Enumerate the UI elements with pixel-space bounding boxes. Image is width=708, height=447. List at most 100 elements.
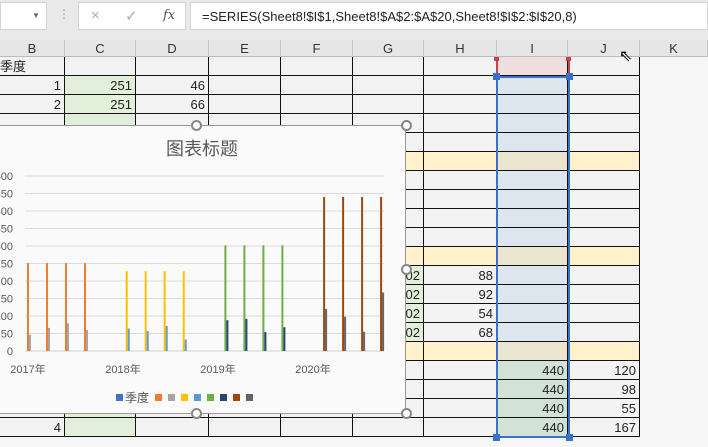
bar-series-5[interactable] xyxy=(243,245,246,351)
cell-J16[interactable] xyxy=(568,342,640,361)
cell-J12[interactable] xyxy=(568,266,640,285)
cell-H17[interactable] xyxy=(424,361,497,380)
cell-G1[interactable] xyxy=(353,57,424,76)
cell-H3[interactable] xyxy=(424,95,497,114)
legend-item[interactable] xyxy=(207,394,215,401)
resize-handle[interactable] xyxy=(401,120,412,131)
legend-item[interactable] xyxy=(220,394,228,401)
cell-J7[interactable] xyxy=(568,171,640,190)
cell-F1[interactable] xyxy=(281,57,353,76)
bar-series-3[interactable] xyxy=(163,271,166,351)
cell-H2[interactable] xyxy=(424,76,497,95)
bar-series-8[interactable] xyxy=(363,331,366,351)
range-handle[interactable] xyxy=(493,73,500,80)
bar-series-7[interactable] xyxy=(361,197,364,351)
cell-H7[interactable] xyxy=(424,171,497,190)
resize-handle[interactable] xyxy=(191,408,202,419)
cell-J18[interactable]: 98 xyxy=(568,380,640,399)
resize-handle[interactable] xyxy=(191,120,202,131)
cell-J4[interactable] xyxy=(568,114,640,133)
cell-D2[interactable]: 46 xyxy=(136,76,209,95)
cell-C20[interactable] xyxy=(65,418,136,437)
cell-G2[interactable] xyxy=(353,76,424,95)
bar-series-2[interactable] xyxy=(86,330,88,351)
cell-E2[interactable] xyxy=(209,76,281,95)
bar-series-3[interactable] xyxy=(144,271,147,351)
cell-C3[interactable]: 251 xyxy=(65,95,136,114)
chart[interactable]: 图表标题 0501001502002503003504004505002017年… xyxy=(0,125,406,414)
cell-J8[interactable] xyxy=(568,190,640,209)
cell-J5[interactable] xyxy=(568,133,640,152)
cell-F20[interactable] xyxy=(281,418,353,437)
cell-G20[interactable] xyxy=(353,418,424,437)
cell-H13[interactable]: 92 xyxy=(424,285,497,304)
cell-G3[interactable] xyxy=(353,95,424,114)
cell-H11[interactable] xyxy=(424,247,497,266)
cell-H9[interactable] xyxy=(424,209,497,228)
column-header-I[interactable]: I xyxy=(497,40,568,57)
cell-D3[interactable]: 66 xyxy=(136,95,209,114)
column-header-E[interactable]: E xyxy=(209,40,281,57)
cell-H4[interactable] xyxy=(424,114,497,133)
cell-J3[interactable] xyxy=(568,95,640,114)
bar-series-4[interactable] xyxy=(146,331,149,351)
cell-F3[interactable] xyxy=(281,95,353,114)
bar-series-1[interactable] xyxy=(46,263,48,351)
bar-series-6[interactable] xyxy=(264,332,267,351)
cell-J9[interactable] xyxy=(568,209,640,228)
cell-J17[interactable]: 120 xyxy=(568,361,640,380)
name-box[interactable]: ▼ xyxy=(0,2,47,30)
bar-series-3[interactable] xyxy=(125,271,128,351)
legend-item[interactable]: 季度 xyxy=(116,389,149,406)
cell-H8[interactable] xyxy=(424,190,497,209)
legend-item[interactable] xyxy=(155,394,163,401)
column-header-D[interactable]: D xyxy=(136,40,209,57)
cell-B3[interactable]: 2 xyxy=(0,95,65,114)
series-values-range[interactable] xyxy=(496,76,570,438)
cell-H19[interactable] xyxy=(424,399,497,418)
range-handle[interactable] xyxy=(494,57,499,61)
range-handle[interactable] xyxy=(493,434,500,441)
cell-B2[interactable]: 1 xyxy=(0,76,65,95)
legend-item[interactable] xyxy=(168,394,176,401)
column-header-C[interactable]: C xyxy=(65,40,136,57)
bar-series-2[interactable] xyxy=(29,334,31,351)
cell-H18[interactable] xyxy=(424,380,497,399)
cell-D1[interactable] xyxy=(136,57,209,76)
enter-icon[interactable]: ✓ xyxy=(125,7,138,25)
legend-item[interactable] xyxy=(181,394,189,401)
bar-series-6[interactable] xyxy=(245,318,248,351)
cell-J13[interactable] xyxy=(568,285,640,304)
legend[interactable]: 季度 xyxy=(116,389,254,406)
bar-series-7[interactable] xyxy=(323,197,326,351)
cell-H14[interactable]: 54 xyxy=(424,304,497,323)
cell-E1[interactable] xyxy=(209,57,281,76)
cell-H20[interactable] xyxy=(424,418,497,437)
cell-H6[interactable] xyxy=(424,152,497,171)
bar-series-1[interactable] xyxy=(27,263,29,351)
cell-E3[interactable] xyxy=(209,95,281,114)
bar-series-4[interactable] xyxy=(184,339,187,351)
cell-J19[interactable]: 55 xyxy=(568,399,640,418)
cell-D20[interactable] xyxy=(136,418,209,437)
drag-handle-icon[interactable]: ⋮ xyxy=(58,7,70,21)
cell-C1[interactable] xyxy=(65,57,136,76)
cell-B20[interactable]: 4 xyxy=(0,418,65,437)
cell-J11[interactable] xyxy=(568,247,640,266)
cell-H15[interactable]: 68 xyxy=(424,323,497,342)
legend-item[interactable] xyxy=(194,394,202,401)
insert-function-icon[interactable]: fx xyxy=(163,8,175,23)
column-header-B[interactable]: B xyxy=(0,40,65,57)
bar-series-2[interactable] xyxy=(48,327,50,351)
bar-series-6[interactable] xyxy=(283,327,286,351)
bar-series-4[interactable] xyxy=(127,328,130,351)
resize-handle[interactable] xyxy=(401,264,412,275)
cell-H1[interactable] xyxy=(424,57,497,76)
bar-series-8[interactable] xyxy=(325,309,328,351)
bar-series-5[interactable] xyxy=(262,245,265,351)
column-header-H[interactable]: H xyxy=(424,40,497,57)
column-header-K[interactable]: K xyxy=(640,40,708,57)
cell-H16[interactable] xyxy=(424,342,497,361)
legend-item[interactable] xyxy=(246,394,254,401)
cell-J6[interactable] xyxy=(568,152,640,171)
